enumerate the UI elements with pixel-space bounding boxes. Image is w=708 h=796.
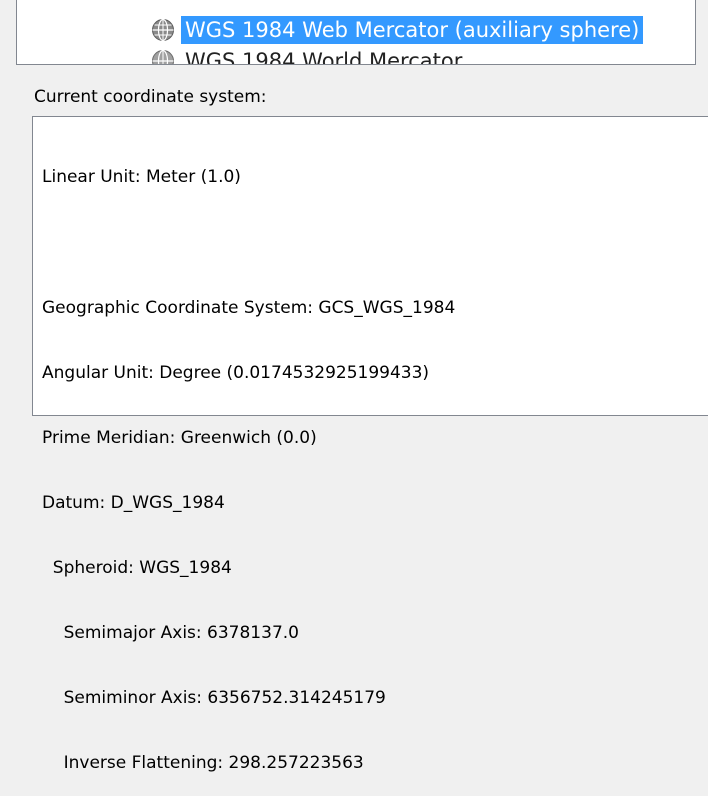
tree-item-label: WGS 1984 Web Mercator (auxiliary sphere) (181, 16, 644, 44)
tree-item-wgs1984-world-mercator[interactable]: WGS 1984 World Mercator (151, 46, 466, 65)
current-coordinate-system-label: Current coordinate system: (34, 87, 267, 107)
detail-line-angular-unit: Angular Unit: Degree (0.0174532925199433… (42, 362, 430, 383)
detail-line-semimajor-axis: Semimajor Axis: 6378137.0 (42, 623, 299, 644)
coordinate-system-details-text: Linear Unit: Meter (1.0) Geographic Coor… (42, 124, 455, 796)
detail-line-datum: Datum: D_WGS_1984 (42, 492, 225, 513)
detail-line-spheroid: Spheroid: WGS_1984 (42, 557, 232, 578)
detail-line-linear-unit: Linear Unit: Meter (1.0) (42, 167, 241, 188)
tree-item-wgs1984-web-mercator[interactable]: WGS 1984 Web Mercator (auxiliary sphere) (151, 15, 644, 45)
detail-line-prime-meridian: Prime Meridian: Greenwich (0.0) (42, 427, 317, 448)
detail-line-geographic-cs: Geographic Coordinate System: GCS_WGS_19… (42, 297, 456, 318)
globe-icon (152, 49, 174, 64)
detail-line-semiminor-axis: Semiminor Axis: 6356752.314245179 (42, 688, 386, 709)
detail-line-blank (42, 233, 455, 255)
coordinate-system-tree[interactable]: WGS 1984 Web Mercator (auxiliary sphere)… (16, 0, 696, 65)
detail-line-inverse-flattening: Inverse Flattening: 298.257223563 (42, 753, 364, 774)
globe-icon (152, 18, 174, 42)
tree-item-label: WGS 1984 World Mercator (185, 49, 463, 65)
